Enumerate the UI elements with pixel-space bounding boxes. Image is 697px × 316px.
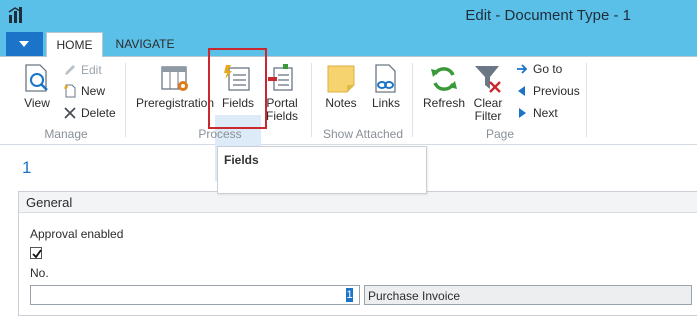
arrow-right-icon <box>514 61 530 77</box>
clear-filter-label-line2: Filter <box>474 109 502 123</box>
new-button[interactable]: New <box>62 82 105 100</box>
approval-enabled-checkbox[interactable] <box>30 247 42 259</box>
triangle-left-icon <box>514 83 530 99</box>
window-title: Edit - Document Type - 1 <box>465 7 631 24</box>
approval-enabled-label: Approval enabled <box>30 227 124 241</box>
notes-icon <box>327 65 355 93</box>
description-value: Purchase Invoice <box>368 289 461 303</box>
refresh-icon <box>431 67 457 91</box>
clear-filter-button[interactable]: Clear Filter <box>469 63 507 123</box>
refresh-button[interactable]: Refresh <box>420 63 468 110</box>
view-button[interactable]: View <box>18 63 56 110</box>
group-separator <box>311 63 312 137</box>
edit-label: Edit <box>81 63 102 77</box>
tab-navigate[interactable]: NAVIGATE <box>108 32 182 57</box>
notes-label: Notes <box>325 96 357 110</box>
group-label-process: Process <box>198 127 242 141</box>
delete-label: Delete <box>81 106 116 120</box>
links-button[interactable]: Links <box>366 63 406 110</box>
goto-button[interactable]: Go to <box>514 60 562 78</box>
group-label-show-attached: Show Attached <box>322 127 404 141</box>
view-label: View <box>24 96 50 110</box>
checkmark-icon <box>32 249 42 259</box>
triangle-right-icon <box>514 105 530 121</box>
title-bar: Edit - Document Type - 1 <box>0 0 697 32</box>
portal-fields-label-line2: Fields <box>265 109 298 123</box>
delete-button[interactable]: Delete <box>62 104 116 122</box>
ribbon: View Edit New Delete Manage Preregistrat… <box>0 57 697 181</box>
new-label: New <box>81 84 106 98</box>
application-menu-button[interactable] <box>6 32 43 56</box>
clear-filter-icon <box>475 66 501 93</box>
preregistration-icon <box>161 66 188 91</box>
tooltip-title: Fields <box>224 153 259 167</box>
group-separator <box>412 63 413 137</box>
next-button[interactable]: Next <box>514 104 558 122</box>
record-title: 1 <box>22 158 32 177</box>
no-label: No. <box>30 266 49 280</box>
group-label-manage: Manage <box>44 127 88 141</box>
group-label-page: Page <box>485 127 515 141</box>
portal-fields-button[interactable]: Portal Fields <box>262 63 302 123</box>
description-input: Purchase Invoice <box>364 285 692 305</box>
new-document-icon <box>62 83 78 99</box>
preregistration-button[interactable]: Preregistration <box>134 63 216 110</box>
group-separator <box>586 63 587 137</box>
next-label: Next <box>533 106 558 120</box>
links-icon <box>375 64 396 93</box>
general-fasttab-title: General <box>26 195 73 210</box>
previous-button[interactable]: Previous <box>514 82 580 100</box>
caret-down-icon <box>19 41 29 47</box>
preregistration-label: Preregistration <box>135 96 215 110</box>
previous-label: Previous <box>533 84 580 98</box>
links-label: Links <box>371 96 400 110</box>
fields-tooltip: Fields <box>217 146 427 194</box>
ribbon-tab-strip: HOME NAVIGATE <box>0 32 697 57</box>
edit-button[interactable]: Edit <box>62 61 102 79</box>
no-input[interactable]: 1 <box>30 285 360 305</box>
portal-fields-icon <box>268 64 293 91</box>
pencil-icon <box>62 62 78 78</box>
delete-x-icon <box>62 105 78 121</box>
tab-home[interactable]: HOME <box>46 32 103 57</box>
refresh-label: Refresh <box>422 96 466 110</box>
no-input-cursor-value: 1 <box>346 288 353 302</box>
group-separator <box>125 63 126 137</box>
notes-button[interactable]: Notes <box>320 63 362 110</box>
goto-label: Go to <box>533 62 563 76</box>
fields-highlight-box <box>208 48 267 129</box>
view-icon <box>25 64 48 92</box>
general-fasttab-header[interactable]: General <box>19 192 697 213</box>
